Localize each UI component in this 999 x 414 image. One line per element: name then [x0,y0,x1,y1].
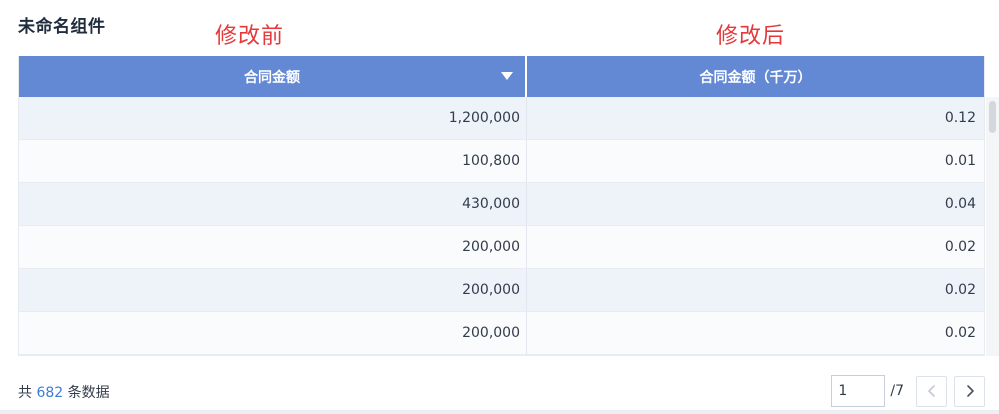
table-row[interactable]: 200,000 0.02 [19,269,984,312]
cell-contract-amount-10m: 0.02 [944,282,976,298]
sort-dropdown-icon[interactable] [501,72,513,80]
record-count-suffix: 条数据 [67,385,110,401]
table-row[interactable]: 200,000 0.02 [19,226,984,269]
chevron-right-icon [966,385,974,397]
cell-contract-amount-10m: 0.02 [944,239,976,255]
table-row[interactable]: 100,800 0.01 [19,140,984,183]
cell-contract-amount: 100,800 [19,140,527,182]
chevron-left-icon [927,385,935,397]
page: 未命名组件 修改前 修改后 合同金额 合同金额（千万） 1,200,000 0.… [0,0,999,414]
column-header-label: 合同金额 [244,69,300,86]
record-count: 共 682 条数据 [18,382,110,402]
record-count-number: 682 [36,385,64,401]
table-body: 1,200,000 0.12 100,800 0.01 430,000 0.04… [19,97,984,355]
page-total: /7 [890,383,904,399]
next-page-button[interactable] [954,375,985,407]
cell-contract-amount-10m: 0.04 [944,196,976,212]
scrollbar-thumb[interactable] [989,101,996,133]
record-count-prefix: 共 [18,385,32,401]
table-scrollbar[interactable] [986,97,999,356]
column-header-contract-amount-10m[interactable]: 合同金额（千万） [527,56,984,97]
table-row[interactable]: 200,000 0.02 [19,312,984,355]
cell-contract-amount-10m: 0.02 [944,325,976,341]
cell-contract-amount: 430,000 [19,183,527,225]
prev-page-button[interactable] [916,375,947,407]
table-header: 合同金额 合同金额（千万） [19,56,984,97]
cell-contract-amount: 1,200,000 [19,97,527,139]
table-row[interactable]: 1,200,000 0.12 [19,97,984,140]
cell-contract-amount: 200,000 [19,226,527,268]
cell-contract-amount-10m: 0.12 [944,110,976,126]
component-title: 未命名组件 [18,17,106,37]
annotation-after: 修改后 [716,24,786,49]
annotation-before: 修改前 [215,24,285,49]
page-number-input[interactable] [831,375,886,407]
pagination: /7 [831,375,985,407]
data-table: 合同金额 合同金额（千万） 1,200,000 0.12 100,800 0.0… [18,56,985,356]
cell-contract-amount-10m: 0.01 [944,153,976,169]
cell-contract-amount: 200,000 [19,269,527,311]
table-row[interactable]: 430,000 0.04 [19,183,984,226]
column-header-contract-amount[interactable]: 合同金额 [19,56,527,97]
bottom-divider [0,410,999,414]
column-header-label: 合同金额（千万） [699,69,812,86]
cell-contract-amount: 200,000 [19,312,527,354]
